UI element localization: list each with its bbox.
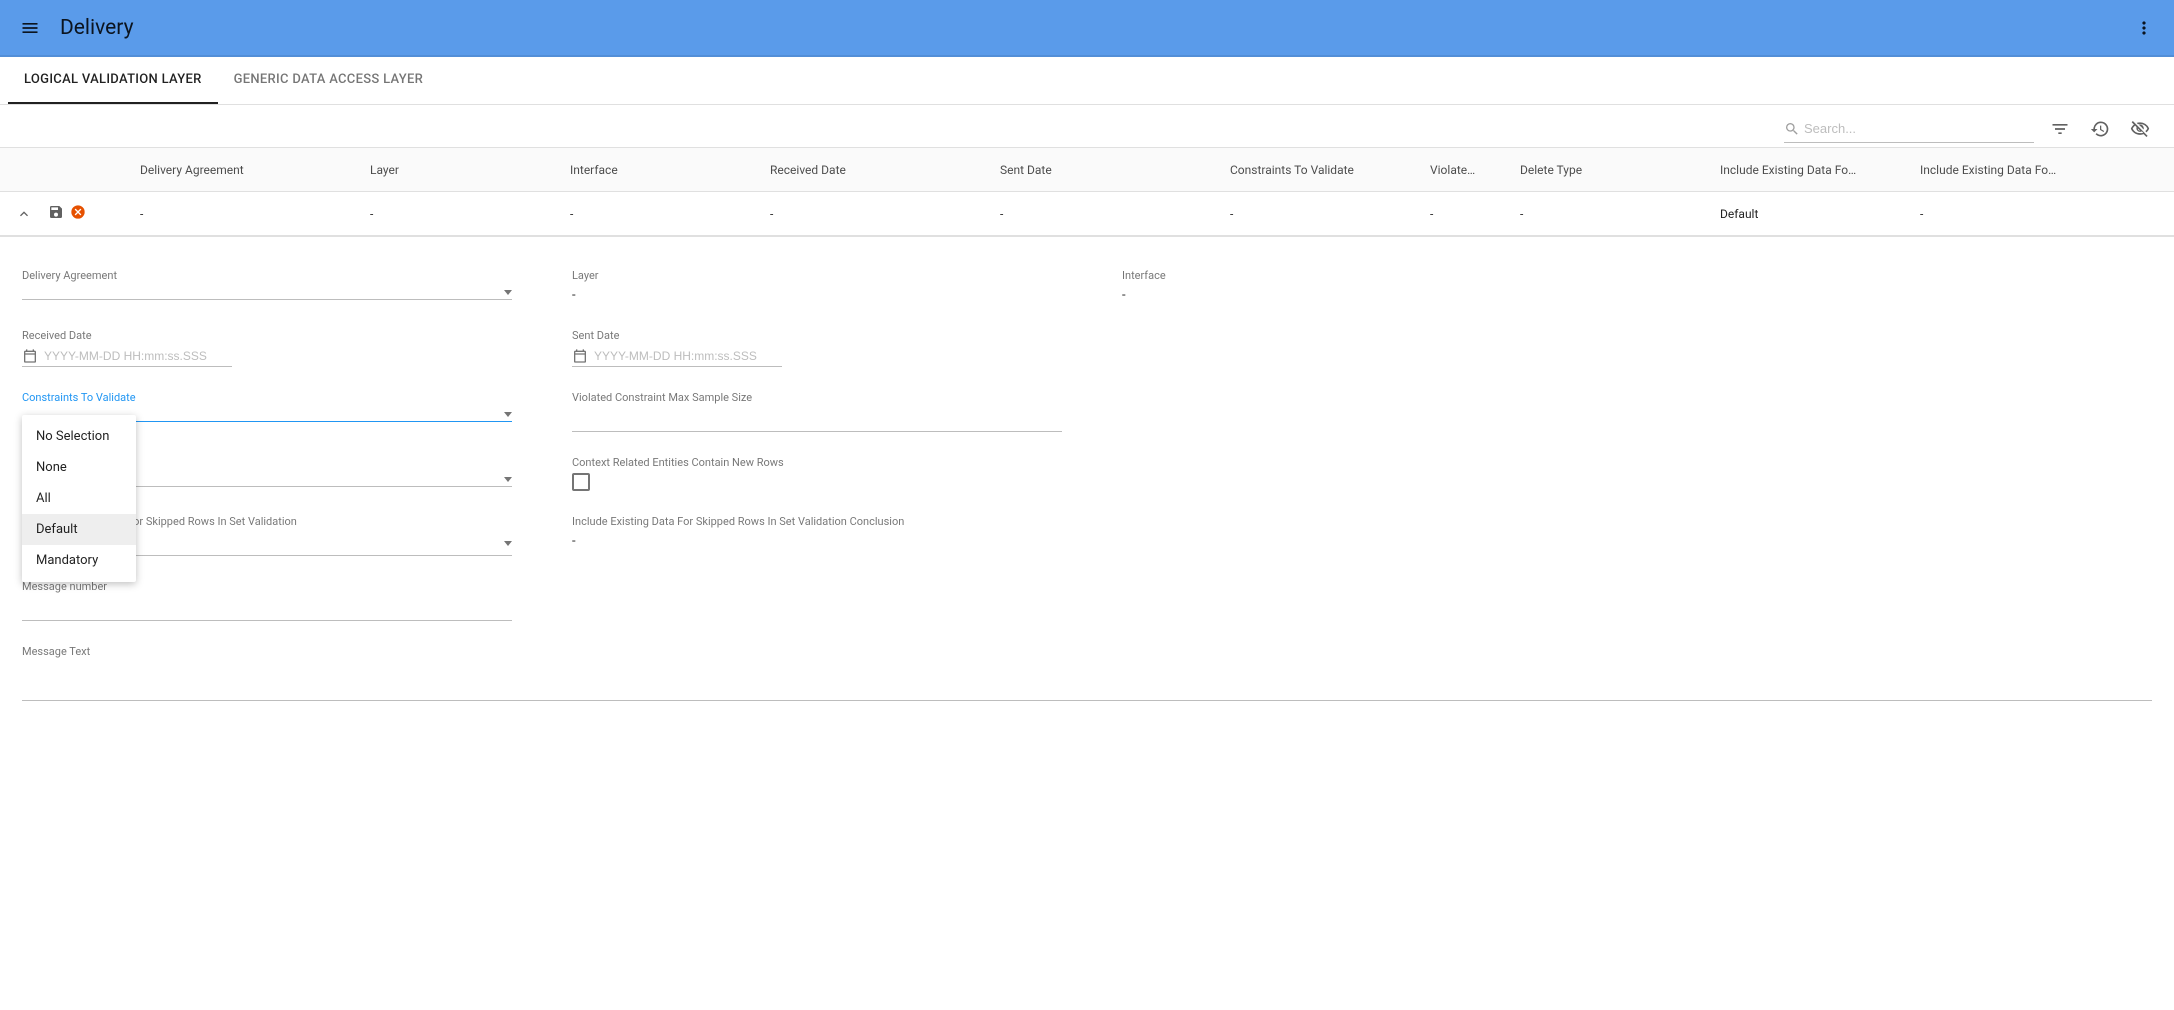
cell-received-date: - [758,207,988,221]
calendar-icon [22,348,38,364]
table-header-row: Delivery Agreement Layer Interface Recei… [0,148,2174,192]
col-interface[interactable]: Interface [558,163,758,177]
cell-delivery-agreement: - [128,207,358,221]
cell-delete-type: - [1508,207,1708,221]
cell-include-existing-1: Default [1708,207,1908,221]
label-include-existing-conclusion: Include Existing Data For Skipped Rows I… [572,515,1062,528]
app-bar: Delivery [0,0,2174,57]
option-all[interactable]: All [22,483,136,514]
field-constraints-to-validate[interactable]: Constraints To Validate No Selection Non… [22,391,512,422]
collapse-button[interactable] [0,206,48,222]
label-constraints: Constraints To Validate [22,391,512,404]
label-message-text: Message Text [22,645,2152,658]
data-table: Delivery Agreement Layer Interface Recei… [0,147,2174,237]
history-icon [2090,119,2110,139]
cell-constraints: - [1218,207,1418,221]
search-icon [1784,121,1800,137]
received-date-text[interactable] [44,349,232,363]
constraints-dropdown: No Selection None All Default Mandatory [22,415,136,582]
label-received-date: Received Date [22,329,512,342]
input-message-number[interactable] [22,597,512,621]
field-message-text[interactable]: Message Text [22,645,2152,705]
checkbox-context-related[interactable] [572,473,590,491]
cell-include-existing-2: - [1908,207,2174,221]
visibility-off-button[interactable] [2126,115,2154,143]
col-delivery-agreement[interactable]: Delivery Agreement [128,163,358,177]
field-include-existing-conclusion: Include Existing Data For Skipped Rows I… [572,515,1062,551]
field-received-date: Received Date [22,329,512,367]
label-sent-date: Sent Date [572,329,1062,342]
calendar-icon [572,348,588,364]
field-violated-max[interactable]: Violated Constraint Max Sample Size [572,391,1062,432]
value-layer: - [572,286,1062,305]
option-default[interactable]: Default [22,514,136,545]
col-received-date[interactable]: Received Date [758,163,988,177]
table-toolbar [0,105,2174,147]
save-icon [48,204,64,220]
cell-violate: - [1418,207,1508,221]
col-include-existing-1[interactable]: Include Existing Data Fo… [1708,163,1908,177]
option-no-selection[interactable]: No Selection [22,421,136,452]
value-include-existing-conclusion: - [572,532,1062,551]
cell-layer: - [358,207,558,221]
more-vert-icon [2134,18,2154,38]
col-violate[interactable]: Violate… [1418,163,1508,177]
cell-sent-date: - [988,207,1218,221]
option-mandatory[interactable]: Mandatory [22,545,136,576]
col-delete-type[interactable]: Delete Type [1508,163,1708,177]
sent-date-text[interactable] [594,349,782,363]
filter-icon [2050,119,2070,139]
menu-button[interactable] [12,10,48,46]
field-delivery-agreement[interactable]: Delivery Agreement [22,269,512,300]
field-context-related: Context Related Entities Contain New Row… [572,456,1062,491]
input-violated-max[interactable] [572,408,1062,432]
sent-date-input[interactable] [572,346,782,367]
input-message-text[interactable] [22,662,2152,701]
history-button[interactable] [2086,115,2114,143]
hamburger-icon [20,18,40,38]
field-sent-date: Sent Date [572,329,1062,367]
tab-logical-validation-layer[interactable]: LOGICAL VALIDATION LAYER [8,57,218,104]
field-message-number[interactable]: Message number [22,580,512,621]
field-interface: Interface - [1122,269,1612,305]
chevron-up-icon [16,206,32,222]
chevron-down-icon [504,290,512,295]
label-interface: Interface [1122,269,1612,282]
cancel-icon [70,204,86,220]
page-title: Delivery [60,16,134,40]
col-sent-date[interactable]: Sent Date [988,163,1218,177]
label-violated-max: Violated Constraint Max Sample Size [572,391,1062,404]
more-button[interactable] [2126,10,2162,46]
search-field[interactable] [1784,115,2034,143]
col-include-existing-2[interactable]: Include Existing Data Fo… [1908,163,2174,177]
search-input[interactable] [1800,117,2034,140]
label-layer: Layer [572,269,1062,282]
cell-interface: - [558,207,758,221]
tab-generic-data-access-layer[interactable]: GENERIC DATA ACCESS LAYER [218,57,440,104]
col-constraints[interactable]: Constraints To Validate [1218,163,1418,177]
label-context-related: Context Related Entities Contain New Row… [572,456,1062,469]
value-interface: - [1122,286,1612,305]
cancel-button[interactable] [70,204,86,223]
col-layer[interactable]: Layer [358,163,558,177]
chevron-down-icon [504,541,512,546]
chevron-down-icon [504,477,512,482]
detail-form: Delivery Agreement Layer - Interface - [0,237,2174,745]
chevron-down-icon [504,412,512,417]
field-layer: Layer - [572,269,1062,305]
visibility-off-icon [2130,119,2150,139]
save-button[interactable] [48,204,64,223]
label-delivery-agreement: Delivery Agreement [22,269,512,282]
filter-button[interactable] [2046,115,2074,143]
table-row[interactable]: - - - - - - - - Default - [0,192,2174,236]
tabs: LOGICAL VALIDATION LAYER GENERIC DATA AC… [0,57,2174,105]
option-none[interactable]: None [22,452,136,483]
received-date-input[interactable] [22,346,232,367]
